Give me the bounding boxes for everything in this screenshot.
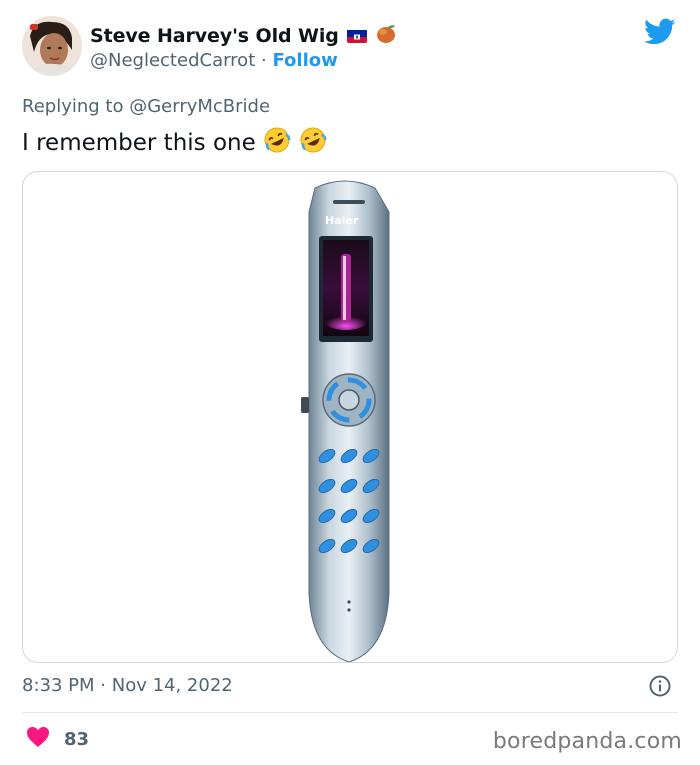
info-icon[interactable] [648, 674, 672, 698]
rofl-emoji-icon [262, 125, 292, 161]
author-avatar[interactable] [22, 16, 82, 76]
tweet-media-image[interactable]: Haier [22, 171, 678, 663]
like-section[interactable]: 83 [26, 726, 89, 752]
heart-icon[interactable] [26, 726, 50, 752]
twitter-bird-icon[interactable] [644, 18, 676, 46]
replying-to-line: Replying to @GerryMcBride [22, 96, 270, 117]
tweet-timestamp[interactable]: 8:33 PM · Nov 14, 2022 [22, 675, 233, 696]
author-handle[interactable]: @NeglectedCarrot [90, 50, 255, 71]
follow-button[interactable]: Follow [272, 50, 337, 71]
watermark: boredpanda.com [492, 729, 682, 754]
haiti-flag-icon [346, 29, 367, 43]
phone-brand-label: Haier [325, 214, 359, 227]
tweet-header: Steve Harvey's Old Wig @NeglectedCarrot … [22, 16, 682, 80]
divider [22, 712, 678, 713]
replying-to-prefix: Replying to [22, 96, 124, 117]
timestamp-separator: · [100, 675, 106, 696]
rofl-emoji-icon [298, 125, 328, 161]
tweet-time: 8:33 PM [22, 675, 95, 696]
author-display-name[interactable]: Steve Harvey's Old Wig [90, 25, 339, 47]
tweet-text: I remember this one [22, 130, 256, 156]
like-count: 83 [64, 728, 90, 750]
handle-separator: · [261, 50, 267, 71]
tweet-body: I remember this one [22, 125, 328, 161]
pen-phone-illustration: Haier [301, 180, 390, 662]
mango-emoji-icon [375, 23, 397, 49]
reply-target-user[interactable]: @GerryMcBride [129, 96, 270, 117]
tweet-date: Nov 14, 2022 [111, 675, 233, 696]
